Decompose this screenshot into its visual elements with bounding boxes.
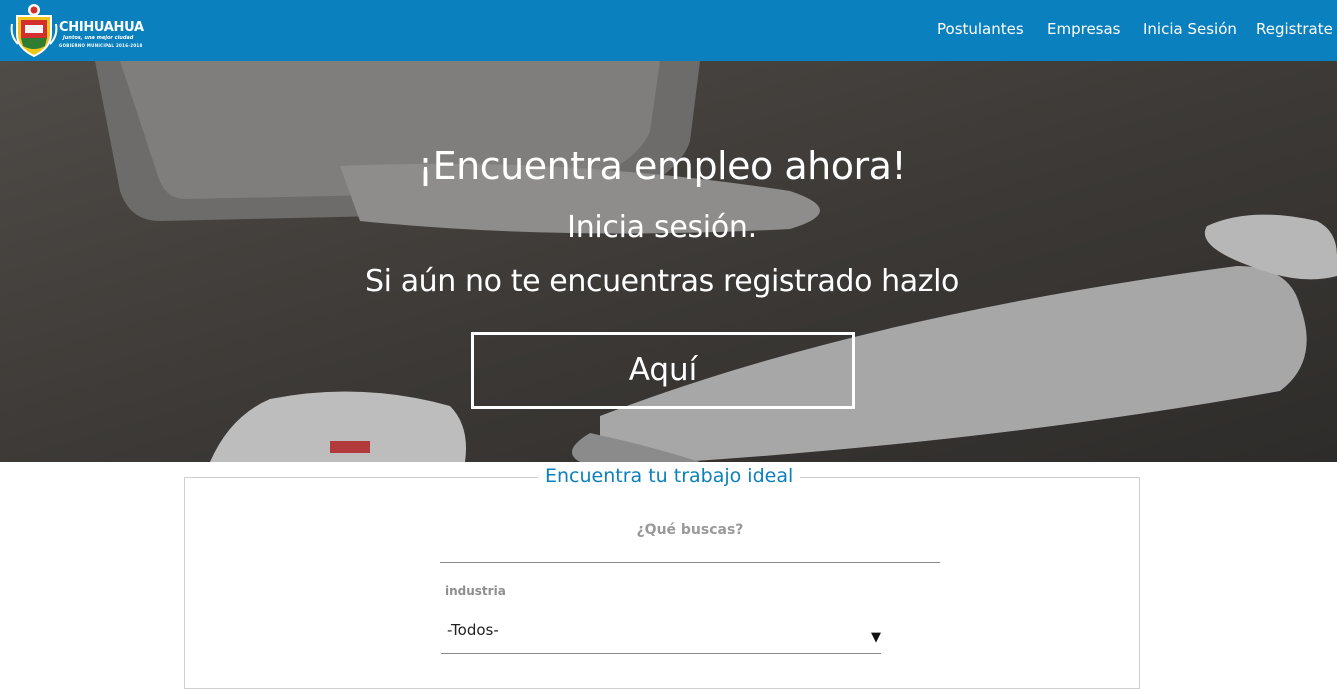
search-query-label: ¿Qué buscas? [636, 522, 744, 538]
top-navbar: CHIHUAHUA Juntos, una mejor ciudad GOBIE… [0, 0, 1337, 61]
industry-selected-value: -Todos- [447, 621, 499, 639]
industry-label: industria [445, 584, 506, 598]
logo-slogan: Juntos, una mejor ciudad [63, 35, 134, 41]
industry-select[interactable]: -Todos- ▼ [441, 615, 881, 654]
nav-registrate[interactable]: Registrate [1256, 20, 1333, 38]
hero-title: ¡Encuentra empleo ahora! [417, 144, 907, 188]
logo-government: GOBIERNO MUNICIPAL 2016-2018 [59, 43, 143, 48]
hero-subtitle-register: Si aún no te encuentras registrado hazlo [364, 264, 959, 299]
register-here-button[interactable]: Aquí [471, 332, 855, 409]
job-search-legend: Encuentra tu trabajo ideal [538, 465, 801, 487]
logo-city-name: CHIHUAHUA [59, 20, 144, 35]
nav-empresas[interactable]: Empresas [1047, 20, 1121, 38]
site-logo[interactable]: CHIHUAHUA Juntos, una mejor ciudad GOBIE… [10, 2, 155, 58]
search-query-input[interactable] [440, 545, 940, 563]
nav-postulantes[interactable]: Postulantes [937, 20, 1024, 38]
hero-subtitle-login: Inicia sesión. [567, 210, 757, 245]
coat-of-arms-icon [10, 4, 58, 58]
job-search-panel [184, 477, 1140, 689]
triangle-down-icon: ▼ [871, 630, 881, 645]
hero-banner: ¡Encuentra empleo ahora! Inicia sesión. … [0, 61, 1337, 462]
nav-inicia-sesion[interactable]: Inicia Sesión [1143, 20, 1237, 38]
